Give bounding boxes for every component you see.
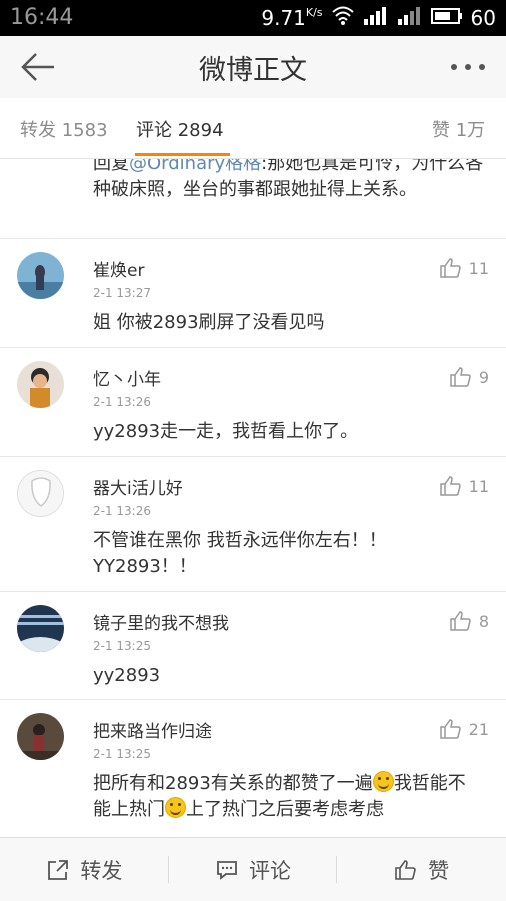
avatar[interactable] [17,252,64,299]
thumbs-up-icon [450,611,471,631]
comment-list[interactable]: 回复@Ordinary格格:那她也真是可怜，为什么各种破床照，坐台的事都跟她扯得… [0,159,506,837]
comment-time: 2-1 13:27 [93,286,151,300]
tab-repost[interactable]: 转发 1583 [20,116,108,142]
more-dots-icon[interactable] [448,52,488,82]
status-icons: 9.71K/s 60 [261,5,496,30]
like-count: 21 [468,719,489,739]
signal-icon [397,5,423,30]
user-mention-link[interactable]: @Ordinary格格 [129,159,261,174]
avatar[interactable] [17,361,64,408]
smile-emoji-icon [165,797,186,818]
tab-comment[interactable]: 评论 2894 [136,116,224,142]
user-name[interactable]: 器大i活儿好 [93,474,183,499]
comment-time: 2-1 13:26 [93,504,151,518]
app-header: 微博正文 [0,36,506,99]
bottom-action-bar: 转发 评论 赞 [0,837,506,901]
like-count: 11 [468,258,489,278]
user-name[interactable]: 崔焕er [93,256,144,281]
comment-time: 2-1 13:26 [93,395,151,409]
comment-text: 把所有和2893有关系的都赞了一遍 我哲能不能上热门 上了热门之后要考虑考虑 [93,771,466,820]
comment-icon [217,860,237,880]
thumbs-up-icon [439,476,461,496]
like-count: 11 [468,476,489,496]
thumbs-up-icon [439,719,461,739]
like-count: 9 [478,367,489,387]
status-bar: 16:44 9.71K/s 60 [0,0,506,36]
user-name[interactable]: 镜子里的我不想我 [93,609,229,634]
comment-text: yy2893走一走，我哲看上你了。 [93,421,359,442]
like-button[interactable]: 9 [449,366,489,388]
share-icon [48,859,69,880]
tab-like[interactable]: 赞 1万 [432,116,485,142]
avatar[interactable] [17,470,64,517]
avatar[interactable] [17,605,64,652]
divider [0,238,506,239]
user-name[interactable]: 忆丶小年 [93,365,161,390]
comment-text: 不管谁在黑你 我哲永远伴你左右！！YY2893！！ [93,530,387,577]
repost-label: 转发 [80,858,123,883]
like-label: 赞 [428,858,450,883]
comment-time: 2-1 13:25 [93,747,151,761]
like-button[interactable]: 8 [449,610,489,632]
user-name[interactable]: 把来路当作归途 [93,717,212,742]
comment-button[interactable]: 评论 [169,838,338,901]
avatar[interactable] [17,713,64,760]
signal-icon [363,5,389,30]
wifi-icon [331,5,355,30]
thumbs-up-icon [395,859,416,880]
status-time: 16:44 [10,5,74,30]
like-button[interactable]: 11 [439,257,489,279]
battery-icon [430,6,463,30]
network-speed: 9.71K/s [261,5,323,30]
comment-text: yy2893 [93,665,161,686]
comment-text: 姐 你被2893刷屏了没看见吗 [93,312,325,333]
page-title: 微博正文 [199,55,307,86]
divider [0,456,506,457]
divider [0,347,506,348]
like-count: 8 [478,611,489,631]
divider [0,591,506,592]
battery-level: 60 [470,5,496,30]
like-button[interactable]: 11 [439,475,489,497]
repost-button[interactable]: 转发 [0,838,169,901]
grin-emoji-icon [372,771,394,792]
thumbs-up-icon [450,367,471,387]
comment-time: 2-1 13:25 [93,639,151,653]
tab-bar: 转发 1583 评论 2894 赞 1万 [0,98,506,159]
like-button[interactable]: 21 [439,718,489,740]
active-tab-indicator [135,153,230,156]
thumbs-up-icon [439,258,461,278]
like-action-button[interactable]: 赞 [337,838,506,901]
comment-label: 评论 [249,858,291,883]
partial-comment-text: 回复@Ordinary格格:那她也真是可怜，为什么各种破床照，坐台的事都跟她扯得… [93,159,493,203]
divider [0,699,506,700]
